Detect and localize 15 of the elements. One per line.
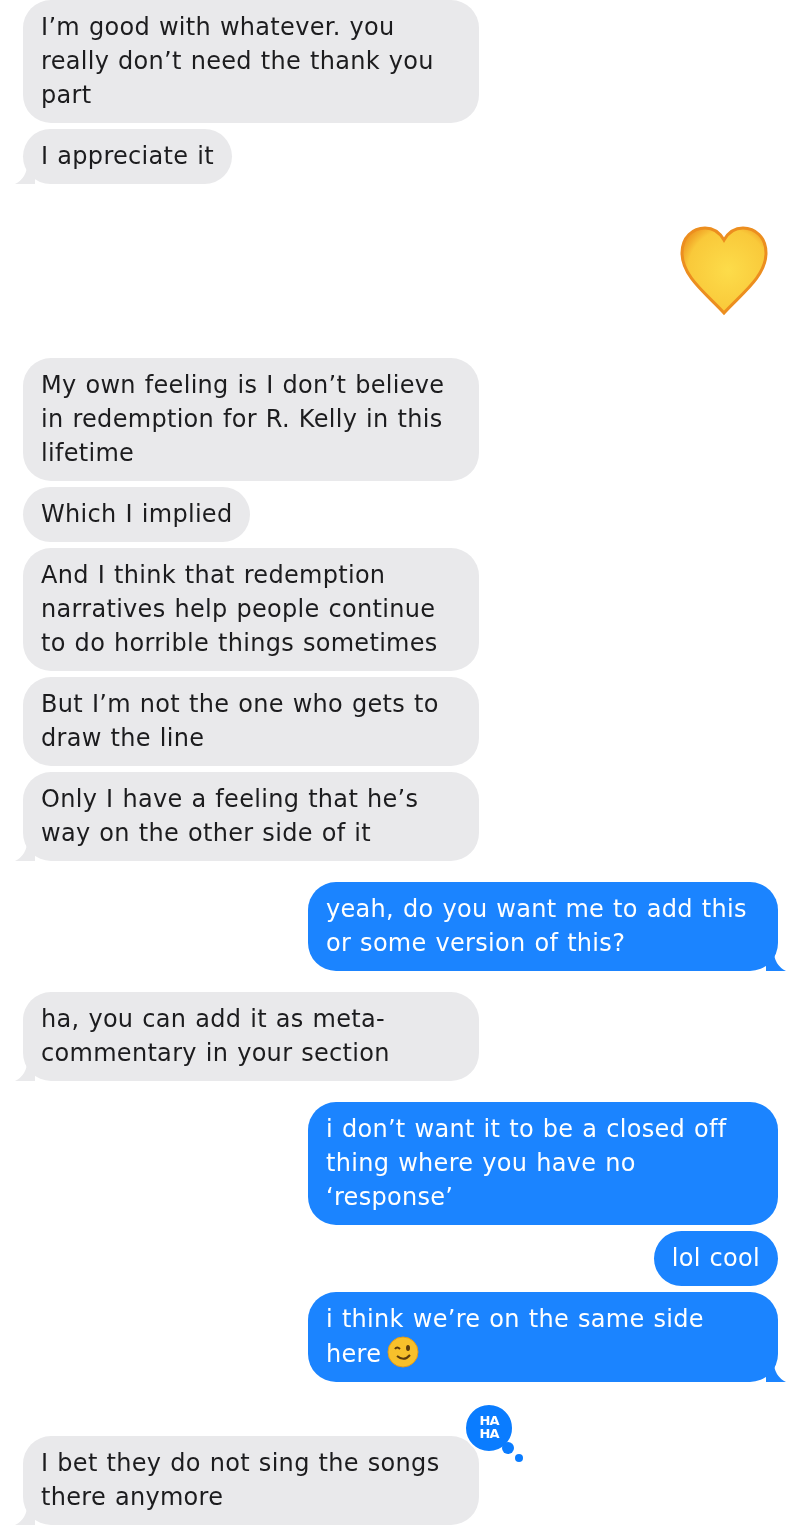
message-bubble: Which I implied (23, 487, 251, 542)
message-bubble: i think we’re on the same side here (308, 1292, 778, 1382)
message-bubble: Only I have a feeling that he’s way on the other side of it (23, 772, 479, 861)
message-bubble: I bet they do not sing the songs there anymore (23, 1436, 479, 1525)
message-bubble: ha, you can add it as meta-commentary in your section (23, 992, 479, 1081)
message-bubble: I appreciate it (23, 129, 232, 184)
message-bubble: lol cool (653, 1231, 778, 1286)
message-bubble: My own feeling is I don’t believe in redemption for R. Kelly in this lifetime (23, 358, 479, 481)
message-bubble: But I’m not the one who gets to draw the line (23, 677, 479, 766)
message-bubble: And I think that redemption narratives help people continue to do horrible things sometimes (23, 548, 479, 671)
message-bubble: I’m good with whatever. you really don’t need the thank you part (23, 0, 479, 123)
message-bubble: i don’t want it to be a closed off thing where you have no ‘response’ (308, 1102, 778, 1225)
tapback-label: HA HA (478, 1414, 500, 1440)
tapback-badge (464, 1402, 524, 1463)
message-bubble: yeah, do you want me to add this or some version of this? (308, 882, 778, 971)
